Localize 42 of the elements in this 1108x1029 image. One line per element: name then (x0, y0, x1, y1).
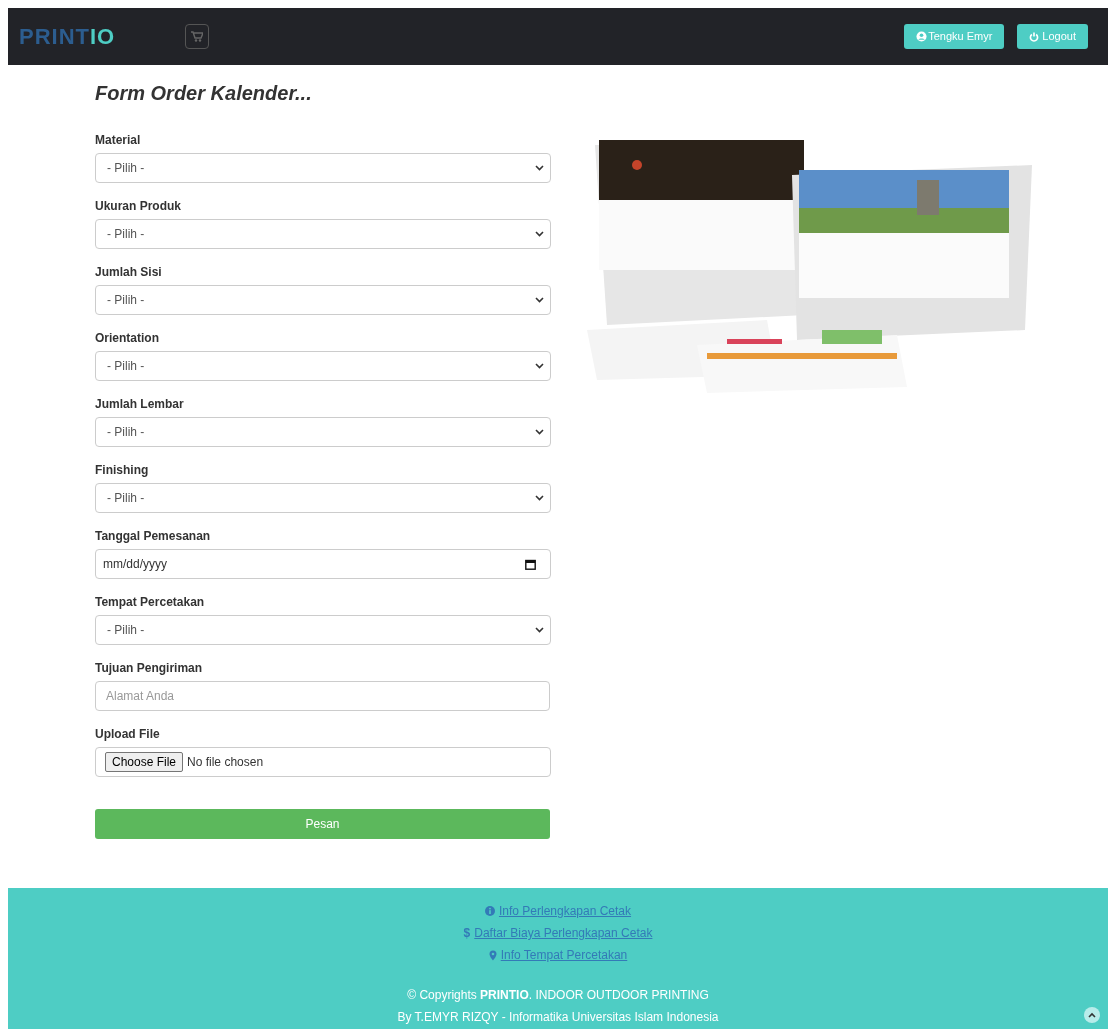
form-title: Form Order Kalender... (95, 81, 313, 106)
address-field[interactable]: Alamat Anda (95, 681, 550, 711)
field-label: Jumlah Sisi (95, 264, 163, 281)
chevron-up-icon (1088, 1012, 1096, 1018)
choose-file-button[interactable]: Choose File (105, 752, 184, 772)
chevron-down-icon (535, 231, 544, 237)
power-icon (1029, 31, 1040, 42)
chevron-down-icon (535, 495, 544, 501)
user-icon (916, 31, 928, 42)
scroll-top-button[interactable] (1084, 1007, 1100, 1023)
info-icon (484, 906, 495, 916)
select-field[interactable]: - Pilih - (95, 615, 551, 645)
calendar-icon (525, 558, 536, 570)
chevron-down-icon (535, 297, 544, 303)
dollar-icon: $ (463, 924, 471, 942)
credit-text: By T.EMYR RIZQY - Informatika Universitas Islam Indonesia (397, 1009, 719, 1025)
file-status: No file chosen (187, 754, 264, 771)
select-field[interactable]: - Pilih - (95, 285, 551, 315)
chevron-down-icon (535, 363, 544, 369)
field-label: Material (95, 132, 142, 149)
date-field[interactable]: mm/dd/yyyy (95, 549, 551, 579)
copyright-text: © Copyrights PRINTIO. INDOOR OUTDOOR PRINTING (407, 987, 709, 1003)
field-label: Tempat Percetakan (95, 594, 206, 611)
field-label: Finishing (95, 462, 150, 479)
chevron-down-icon (535, 165, 544, 171)
cart-button[interactable] (185, 24, 209, 49)
field-label: Orientation (95, 330, 160, 347)
select-field[interactable]: - Pilih - (95, 219, 551, 249)
chevron-down-icon (535, 627, 544, 633)
field-label: Upload File (95, 726, 161, 743)
field-label: Jumlah Lembar (95, 396, 185, 413)
map-pin-icon (488, 949, 497, 961)
chevron-down-icon (535, 429, 544, 435)
logo[interactable]: PRINTIO (19, 20, 179, 53)
field-label: Tujuan Pengiriman (95, 660, 204, 677)
select-field[interactable]: - Pilih - (95, 351, 551, 381)
field-label: Tanggal Pemesanan (95, 528, 212, 545)
select-field[interactable]: - Pilih - (95, 483, 551, 513)
select-field[interactable]: - Pilih - (95, 153, 551, 183)
select-field[interactable]: - Pilih - (95, 417, 551, 447)
field-label: Ukuran Produk (95, 198, 182, 215)
cart-icon (191, 31, 203, 42)
